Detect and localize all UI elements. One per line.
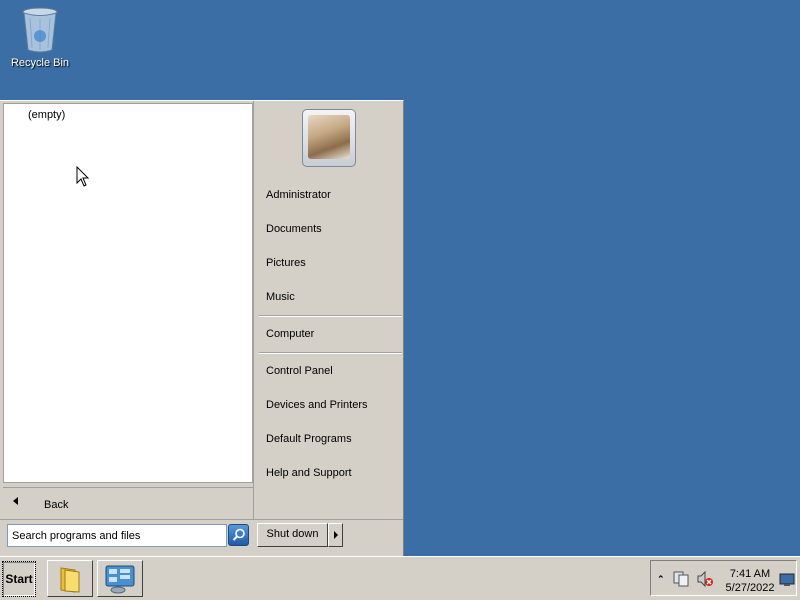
recycle-bin-icon [22,7,58,53]
menu-item-music[interactable]: Music [259,287,399,307]
taskbar: Start ⌃ 7:41 AM 5/27/2022 [0,556,800,600]
menu-item-computer[interactable]: Computer [259,324,399,344]
taskbar-server-manager-button[interactable] [97,560,143,597]
show-hidden-icons-button[interactable]: ⌃ [657,574,665,585]
folder-icon [60,567,80,593]
volume-muted-icon[interactable] [697,571,713,587]
back-label: Back [44,499,69,511]
shutdown-button[interactable]: Shut down [257,523,328,547]
notification-area: ⌃ 7:41 AM 5/27/2022 [650,560,797,596]
menu-item-administrator[interactable]: Administrator [259,185,399,205]
search-button[interactable] [228,524,249,546]
start-menu: (empty) Back Administrator Documents Pic… [0,100,404,556]
programs-empty-label: (empty) [28,109,66,121]
bottom-divider [0,519,403,520]
search-input[interactable] [7,524,227,547]
network-icon[interactable] [673,571,689,587]
menu-separator [259,315,402,317]
menu-item-default-programs[interactable]: Default Programs [259,429,399,449]
programs-list[interactable]: (empty) [3,103,253,483]
recycle-bin-label: Recycle Bin [10,57,70,69]
menu-item-control-panel[interactable]: Control Panel [259,361,399,381]
shutdown-group: Shut down [257,523,343,547]
clock-date[interactable]: 5/27/2022 [723,582,777,594]
menu-separator [259,352,402,354]
taskbar-windows-explorer-button[interactable] [47,560,93,597]
start-button[interactable]: Start [2,561,36,597]
clock-time[interactable]: 7:41 AM [729,568,771,580]
desktop-icon-recycle-bin[interactable]: Recycle Bin [6,6,74,74]
mouse-cursor-icon [76,166,90,187]
start-menu-right-pane: Administrator Documents Pictures Music C… [255,101,403,519]
shutdown-options-button[interactable] [328,523,343,547]
chevron-right-icon [334,531,338,539]
user-picture[interactable] [302,109,356,167]
magnifier-icon [232,528,245,541]
user-avatar-icon [308,115,350,159]
back-arrow-icon [13,497,18,505]
menu-item-pictures[interactable]: Pictures [259,253,399,273]
show-desktop-icon[interactable] [779,573,795,587]
menu-item-documents[interactable]: Documents [259,219,399,239]
menu-item-devices-and-printers[interactable]: Devices and Printers [259,395,399,415]
server-manager-icon [105,565,135,594]
all-programs-back-button[interactable]: Back [3,487,253,519]
menu-item-help-and-support[interactable]: Help and Support [259,463,399,483]
pane-divider [253,101,254,519]
